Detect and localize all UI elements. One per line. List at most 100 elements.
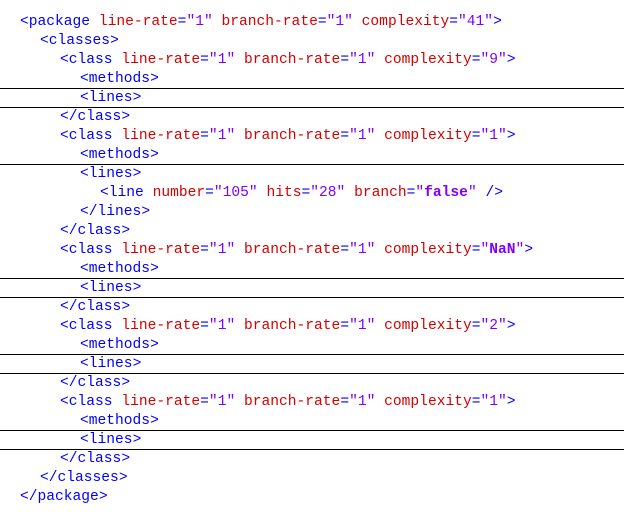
- xml-equals: =: [340, 128, 350, 144]
- xml-quote: ": [515, 242, 525, 258]
- xml-line-lines-open: <lines>: [0, 279, 624, 298]
- xml-equals: =: [200, 52, 209, 68]
- xml-bracket: </: [60, 223, 78, 239]
- xml-quote: ": [366, 128, 376, 144]
- xml-tag-name: class: [68, 318, 113, 334]
- xml-bracket: >: [506, 52, 516, 68]
- xml-tag-name: class: [77, 299, 122, 315]
- xml-attribute-value: 1: [489, 394, 499, 410]
- xml-tag-name: lines: [88, 166, 133, 182]
- xml-quote: ": [226, 52, 236, 68]
- xml-equals: =: [200, 242, 209, 258]
- xml-quote: ": [484, 14, 494, 30]
- xml-bracket: >: [141, 204, 151, 220]
- xml-bracket: <: [20, 14, 29, 30]
- xml-attribute-name: line-rate: [98, 14, 178, 30]
- xml-bracket: >: [121, 223, 131, 239]
- xml-line-line-selfclose: <line number="105" hits="28" branch="fal…: [0, 184, 624, 203]
- xml-quote: ": [366, 52, 376, 68]
- xml-attribute-name: number: [152, 185, 206, 201]
- xml-equals: =: [340, 394, 350, 410]
- xml-bracket: >: [150, 71, 159, 87]
- xml-line-class-close: </class>: [0, 374, 624, 393]
- xml-line-class-open: <class line-rate="1" branch-rate="1" com…: [0, 127, 624, 146]
- xml-equals: =: [449, 14, 459, 30]
- xml-document: <package line-rate="1" branch-rate="1" c…: [0, 13, 624, 507]
- xml-line-methods-open: <methods>: [0, 70, 624, 89]
- xml-bracket: <: [80, 337, 89, 353]
- xml-equals: =: [340, 318, 350, 334]
- xml-bracket: </: [60, 299, 78, 315]
- xml-line-methods-open: <methods>: [0, 336, 624, 355]
- xml-line-lines-open: <lines>: [0, 165, 624, 184]
- xml-attribute-value: 2: [489, 318, 499, 334]
- xml-line-methods-open: <methods>: [0, 260, 624, 279]
- xml-attribute-name: complexity: [384, 52, 472, 68]
- xml-bracket: <: [80, 71, 89, 87]
- xml-quote: ": [349, 394, 358, 410]
- xml-line-class-close: </class>: [0, 108, 624, 127]
- xml-quote: ": [208, 394, 218, 410]
- xml-quote: ": [226, 318, 236, 334]
- xml-attribute-name: branch: [354, 185, 407, 201]
- xml-quote: ": [498, 318, 507, 334]
- xml-quote: ": [208, 128, 218, 144]
- xml-line-package-open: <package line-rate="1" branch-rate="1" c…: [0, 13, 624, 32]
- xml-tag-name: class: [77, 451, 122, 467]
- xml-bracket: >: [150, 147, 159, 163]
- xml-bracket: <: [80, 147, 89, 163]
- xml-bracket: >: [132, 166, 142, 182]
- xml-quote: ": [480, 128, 490, 144]
- xml-line-class-open: <class line-rate="1" branch-rate="1" com…: [0, 317, 624, 336]
- xml-quote: ": [208, 242, 218, 258]
- xml-attribute-value: 9: [489, 52, 499, 68]
- xml-quote: ": [349, 318, 358, 334]
- xml-tag-name: lines: [88, 280, 133, 296]
- xml-bracket: <: [80, 280, 89, 296]
- xml-bracket: <: [80, 356, 89, 372]
- xml-tag-name: lines: [88, 90, 133, 106]
- xml-equals: =: [471, 52, 481, 68]
- xml-quote: ": [366, 242, 376, 258]
- xml-bracket: />: [476, 185, 503, 201]
- xml-bracket: >: [98, 489, 108, 505]
- xml-attribute-value: false: [424, 185, 468, 201]
- xml-tag-name: lines: [88, 432, 133, 448]
- xml-quote: ": [226, 394, 236, 410]
- xml-equals: =: [317, 14, 327, 30]
- xml-bracket: >: [506, 128, 516, 144]
- xml-line-methods-open: <methods>: [0, 146, 624, 165]
- xml-quote: ": [467, 185, 477, 201]
- xml-bracket: >: [506, 394, 516, 410]
- xml-bracket: >: [121, 375, 131, 391]
- xml-line-class-close: </class>: [0, 222, 624, 241]
- xml-equals: =: [200, 128, 209, 144]
- xml-line-classes-open: <classes>: [0, 32, 624, 51]
- xml-bracket: >: [524, 242, 534, 258]
- xml-tag-name: lines: [97, 204, 142, 220]
- xml-bracket: <: [80, 432, 89, 448]
- xml-tag-name: class: [77, 109, 122, 125]
- xml-equals: =: [340, 242, 350, 258]
- xml-attribute-name: complexity: [384, 128, 472, 144]
- xml-attribute-value: 1: [357, 394, 367, 410]
- xml-tag-name: methods: [88, 337, 151, 353]
- xml-tag-name: lines: [88, 356, 133, 372]
- xml-bracket: <: [60, 394, 69, 410]
- xml-bracket: </: [60, 375, 78, 391]
- xml-attribute-name: branch-rate: [243, 242, 341, 258]
- xml-attribute-name: hits: [266, 185, 302, 201]
- xml-quote: ": [498, 128, 507, 144]
- xml-equals: =: [471, 128, 481, 144]
- xml-attribute-value: 1: [357, 242, 367, 258]
- xml-bracket: >: [121, 451, 131, 467]
- xml-attribute-name: complexity: [361, 14, 450, 30]
- xml-bracket: </: [60, 451, 78, 467]
- xml-attribute-value: 1: [357, 52, 367, 68]
- xml-line-classes-close: </classes>: [0, 469, 624, 488]
- xml-quote: ": [480, 242, 490, 258]
- xml-tag-name: package: [37, 489, 99, 505]
- xml-attribute-name: complexity: [384, 318, 472, 334]
- xml-quote: ": [480, 52, 490, 68]
- xml-bracket: <: [100, 185, 109, 201]
